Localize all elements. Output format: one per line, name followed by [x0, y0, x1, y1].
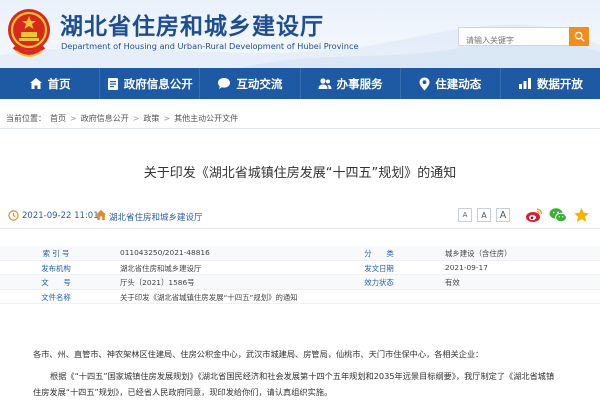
publisher-icon [96, 210, 106, 220]
article-source: 湖北省住房和城乡建设厅 [109, 213, 203, 223]
table-row: 发布机构 湖北省住房和城乡建设厅 发文日期 2021-09-17 [0, 261, 600, 275]
info-label: 发布机构 [41, 263, 71, 273]
people-icon [318, 78, 332, 89]
nav-label: 政府信息公开 [123, 76, 193, 91]
nav-item-open-data[interactable]: 数据开放 [501, 68, 600, 99]
divider [0, 128, 600, 129]
national-emblem-icon [8, 9, 50, 57]
weibo-icon[interactable] [525, 207, 543, 223]
article-paragraph: 根据《“十四五”国家城镇住房发展规划》《湖北省国民经济和社会发展第十四个五年规划… [50, 371, 555, 381]
chart-icon [518, 78, 531, 89]
document-icon [107, 77, 118, 90]
info-label: 文 号 [41, 278, 71, 287]
site-title[interactable]: 湖北省住房和城乡建设厅 [60, 7, 324, 41]
font-size-small-button[interactable]: A [458, 208, 472, 222]
article-title: 关于印发《湖北省城镇住房发展“十四五”规划》的通知 [143, 166, 457, 181]
font-size-label: A [499, 209, 507, 221]
info-value: 关于印发《湖北省城镇住房发展“十四五”规划》的通知 [120, 292, 298, 302]
site-subtitle: Department of Housing and Urban-Rural De… [61, 41, 359, 51]
article-meta-bar: 2021-09-22 11:01 湖北省住房和城乡建设厅 A A A [0, 205, 600, 229]
breadcrumb-item-gov-info[interactable]: 政府信息公开 [81, 113, 129, 124]
info-value: 城乡建设（含住房） [445, 249, 512, 258]
nav-label: 办事服务 [336, 76, 383, 91]
breadcrumb-item-other-files[interactable]: 其他主动公开文件 [174, 113, 238, 124]
article-paragraph: 住房发展“十四五”规划》，已经省人民政府同意，现印发给你们，请认真组织实施。 [33, 387, 333, 397]
document-info-table: 索 引 号 011043250/2021-48816 分 类 城乡建设（含住房）… [0, 246, 600, 304]
table-row: 文件名称 关于印发《湖北省城镇住房发展“十四五”规划》的通知 [0, 290, 600, 304]
nav-label: 住建动态 [435, 76, 482, 91]
breadcrumb-item-home[interactable]: 首页 [50, 113, 66, 124]
search-box [458, 27, 589, 49]
nav-item-interaction[interactable]: 互动交流 [200, 68, 301, 99]
main-nav: 首页 政府信息公开 互动交流 办事服务 住建动态 数据开放 [0, 68, 600, 99]
nav-item-news[interactable]: 住建动态 [401, 68, 501, 99]
info-label: 文件名称 [41, 292, 71, 302]
font-size-label: A [481, 210, 487, 220]
breadcrumb-prefix: 当前位置： [6, 114, 46, 123]
info-label: 发文日期 [364, 263, 394, 273]
breadcrumb-item-policy[interactable]: 政策 [143, 113, 159, 124]
site-header: 湖北省住房和城乡建设厅 Department of Housing and Ur… [0, 0, 600, 68]
breadcrumb-separator: > [163, 114, 171, 123]
font-size-label: A [462, 211, 468, 219]
nav-label: 首页 [47, 76, 71, 91]
breadcrumb-separator: > [70, 114, 77, 123]
info-value: 011043250/2021-48816 [120, 248, 210, 257]
nav-item-services[interactable]: 办事服务 [301, 68, 401, 99]
chat-icon [218, 78, 231, 89]
publish-date: 2021-09-22 11:01 [22, 211, 99, 221]
info-label: 分 类 [364, 249, 394, 258]
search-input[interactable] [459, 32, 567, 49]
divider [0, 228, 600, 229]
nav-label: 数据开放 [536, 76, 583, 91]
info-value: 厅头〔2021〕1586号 [120, 278, 195, 287]
table-row: 文 号 厅头〔2021〕1586号 效力状态 有效 [0, 275, 600, 290]
font-size-large-button[interactable]: A [496, 208, 510, 222]
location-icon [419, 77, 430, 90]
search-icon [574, 31, 585, 42]
info-value: 湖北省住房和城乡建设厅 [120, 263, 202, 273]
font-size-medium-button[interactable]: A [477, 208, 491, 222]
info-label: 效力状态 [364, 278, 394, 287]
search-button[interactable] [569, 27, 589, 46]
table-row: 索 引 号 011043250/2021-48816 分 类 城乡建设（含住房） [0, 246, 600, 261]
nav-item-gov-info[interactable]: 政府信息公开 [100, 68, 201, 99]
info-value: 2021-09-17 [445, 262, 488, 272]
clock-icon [8, 210, 19, 221]
info-label: 索 引 号 [42, 249, 70, 258]
wechat-icon[interactable] [549, 207, 567, 223]
article-salutation: 各市、州、直管市、神农架林区住建局、住房公积金中心，武汉市城建局、房管局，仙桃市… [33, 349, 484, 359]
breadcrumb-separator: > [132, 114, 140, 123]
home-icon [29, 78, 42, 89]
info-value: 有效 [445, 278, 460, 287]
breadcrumb: 当前位置： 首页 > 政府信息公开 > 政策 > 其他主动公开文件 [6, 113, 238, 124]
nav-label: 互动交流 [236, 76, 283, 91]
nav-item-home[interactable]: 首页 [0, 68, 101, 99]
favorite-star-icon[interactable] [573, 207, 590, 223]
